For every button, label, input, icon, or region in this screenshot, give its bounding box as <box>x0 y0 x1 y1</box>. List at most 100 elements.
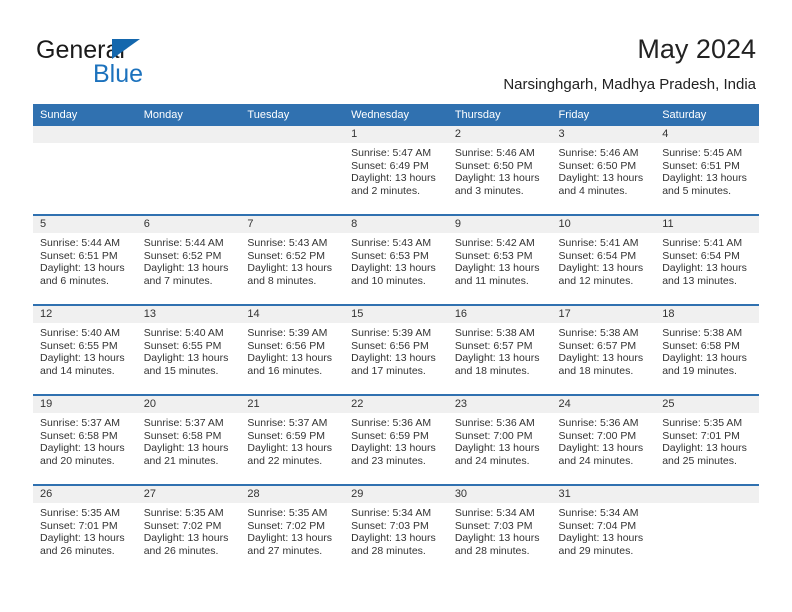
daylight-text-line2: and 13 minutes. <box>662 274 737 287</box>
calendar-day-cell[interactable]: 4 Sunrise: 5:45 AM Sunset: 6:51 PM Daylight… <box>655 126 759 215</box>
day-cell-inner: 3 Sunrise: 5:46 AM Sunset: 6:50 PM Daylight… <box>551 126 656 214</box>
calendar-day-cell[interactable]: 9 Sunrise: 5:42 AM Sunset: 6:53 PM Daylight… <box>447 214 552 305</box>
page-subtitle: Narsinghgarh, Madhya Pradesh, India <box>503 76 756 93</box>
day-cell-inner: 26 Sunrise: 5:35 AM Sunset: 7:01 PM Dayligh… <box>33 486 137 574</box>
day-number: 20 <box>136 396 241 413</box>
general-blue-logo[interactable]: General Blue <box>36 36 226 92</box>
daylight-text-line2: and 16 minutes. <box>247 364 323 377</box>
day-details: Sunrise: 5:39 AM Sunset: 6:56 PM Daylight:… <box>240 323 344 377</box>
calendar-day-cell[interactable]: 19 Sunrise: 5:37 AM Sunset: 6:58 PM Dayligh… <box>33 394 137 485</box>
sunset-text: Sunset: 6:58 PM <box>143 429 222 442</box>
sunset-text: Sunset: 6:53 PM <box>454 249 533 262</box>
day-cell-inner <box>33 126 137 214</box>
daylight-text-line2: and 10 minutes. <box>351 274 426 287</box>
weekday-header-saturday: Saturday <box>655 104 759 126</box>
calendar-day-cell[interactable]: 15 Sunrise: 5:39 AM Sunset: 6:56 PM Dayligh… <box>344 304 448 395</box>
calendar-day-cell[interactable]: 22 Sunrise: 5:36 AM Sunset: 6:59 PM Dayligh… <box>344 394 448 485</box>
day-number: 24 <box>551 396 656 413</box>
calendar-day-cell[interactable]: 6 Sunrise: 5:44 AM Sunset: 6:52 PM Daylight… <box>136 214 241 305</box>
day-details: Sunrise: 5:44 AM Sunset: 6:51 PM Daylight:… <box>33 233 137 287</box>
calendar-day-cell[interactable]: 8 Sunrise: 5:43 AM Sunset: 6:53 PM Daylight… <box>344 214 448 305</box>
calendar-day-cell[interactable]: 3 Sunrise: 5:46 AM Sunset: 6:50 PM Daylight… <box>551 126 656 215</box>
day-details: Sunrise: 5:47 AM Sunset: 6:49 PM Daylight:… <box>344 143 448 197</box>
calendar-day-cell[interactable]: 13 Sunrise: 5:40 AM Sunset: 6:55 PM Dayligh… <box>136 304 241 395</box>
day-details: Sunrise: 5:35 AM Sunset: 7:02 PM Daylight:… <box>137 503 241 557</box>
day-cell-inner: 6 Sunrise: 5:44 AM Sunset: 6:52 PM Daylight… <box>136 216 241 304</box>
day-cell-inner: 28 Sunrise: 5:35 AM Sunset: 7:02 PM Dayligh… <box>240 486 345 574</box>
sunset-text: Sunset: 7:02 PM <box>143 519 222 532</box>
daylight-text-line1: Daylight: 13 hours <box>247 352 333 365</box>
sunset-text: Sunset: 6:58 PM <box>40 429 118 442</box>
sunset-text: Sunset: 6:50 PM <box>558 159 637 172</box>
calendar-day-cell[interactable]: 28 Sunrise: 5:35 AM Sunset: 7:02 PM Dayligh… <box>240 484 345 574</box>
calendar-day-cell[interactable]: 25 Sunrise: 5:35 AM Sunset: 7:01 PM Dayligh… <box>655 394 759 485</box>
daylight-text-line1: Daylight: 13 hours <box>143 352 229 365</box>
daylight-text-line2: and 7 minutes. <box>143 274 213 287</box>
day-cell-inner <box>240 126 345 214</box>
sunset-text: Sunset: 6:49 PM <box>351 159 429 172</box>
sunrise-text: Sunrise: 5:38 AM <box>662 327 743 339</box>
sunset-text: Sunset: 7:04 PM <box>558 519 637 532</box>
day-number <box>136 126 241 143</box>
calendar-day-cell[interactable]: 1 Sunrise: 5:47 AM Sunset: 6:49 PM Daylight… <box>344 126 448 215</box>
calendar-day-cell[interactable]: 2 Sunrise: 5:46 AM Sunset: 6:50 PM Daylight… <box>447 126 552 215</box>
calendar-day-cell[interactable]: 31 Sunrise: 5:34 AM Sunset: 7:04 PM Dayligh… <box>551 484 656 574</box>
calendar-day-cell[interactable]: 27 Sunrise: 5:35 AM Sunset: 7:02 PM Dayligh… <box>136 484 241 574</box>
day-cell-inner: 13 Sunrise: 5:40 AM Sunset: 6:55 PM Dayligh… <box>136 306 241 394</box>
day-number: 18 <box>655 306 759 323</box>
daylight-text-line2: and 2 minutes. <box>351 184 420 197</box>
daylight-text-line2: and 12 minutes. <box>558 274 634 287</box>
calendar-day-cell[interactable]: 29 Sunrise: 5:34 AM Sunset: 7:03 PM Dayligh… <box>344 484 448 574</box>
daylight-text-line2: and 14 minutes. <box>40 364 115 377</box>
day-details: Sunrise: 5:46 AM Sunset: 6:50 PM Daylight:… <box>448 143 552 197</box>
day-cell-inner: 1 Sunrise: 5:47 AM Sunset: 6:49 PM Daylight… <box>344 126 448 214</box>
day-cell-inner: 30 Sunrise: 5:34 AM Sunset: 7:03 PM Dayligh… <box>447 486 552 574</box>
weekday-header-sunday: Sunday <box>33 104 137 126</box>
calendar-day-cell[interactable]: 17 Sunrise: 5:38 AM Sunset: 6:57 PM Dayligh… <box>551 304 656 395</box>
daylight-text-line1: Daylight: 13 hours <box>247 262 333 275</box>
calendar-day-cell[interactable]: 21 Sunrise: 5:37 AM Sunset: 6:59 PM Dayligh… <box>240 394 345 485</box>
calendar-day-cell[interactable]: 26 Sunrise: 5:35 AM Sunset: 7:01 PM Dayligh… <box>33 484 137 574</box>
day-cell-inner <box>655 486 759 574</box>
day-number: 7 <box>240 216 345 233</box>
daylight-text-line2: and 18 minutes. <box>454 364 530 377</box>
calendar-day-cell[interactable]: 10 Sunrise: 5:41 AM Sunset: 6:54 PM Dayligh… <box>551 214 656 305</box>
day-number: 14 <box>240 306 345 323</box>
sunrise-text: Sunrise: 5:34 AM <box>351 507 432 519</box>
day-number: 15 <box>344 306 448 323</box>
calendar-day-cell[interactable]: 11 Sunrise: 5:41 AM Sunset: 6:54 PM Dayligh… <box>655 214 759 305</box>
day-cell-inner: 4 Sunrise: 5:45 AM Sunset: 6:51 PM Daylight… <box>655 126 759 214</box>
day-number: 17 <box>551 306 656 323</box>
calendar-day-cell[interactable]: 23 Sunrise: 5:36 AM Sunset: 7:00 PM Dayligh… <box>447 394 552 485</box>
calendar-day-cell[interactable]: 7 Sunrise: 5:43 AM Sunset: 6:52 PM Daylight… <box>240 214 345 305</box>
day-number: 13 <box>136 306 241 323</box>
calendar-day-cell[interactable]: 20 Sunrise: 5:37 AM Sunset: 6:58 PM Dayligh… <box>136 394 241 485</box>
calendar-day-cell[interactable]: 30 Sunrise: 5:34 AM Sunset: 7:03 PM Dayligh… <box>447 484 552 574</box>
calendar-day-cell[interactable]: 12 Sunrise: 5:40 AM Sunset: 6:55 PM Dayligh… <box>33 304 137 395</box>
day-details: Sunrise: 5:38 AM Sunset: 6:57 PM Daylight:… <box>448 323 552 377</box>
calendar-week-row: 12 Sunrise: 5:40 AM Sunset: 6:55 PM Dayligh… <box>33 304 759 395</box>
sunrise-text: Sunrise: 5:41 AM <box>662 237 743 249</box>
calendar-day-cell[interactable]: 14 Sunrise: 5:39 AM Sunset: 6:56 PM Dayligh… <box>240 304 345 395</box>
sunset-text: Sunset: 7:01 PM <box>40 519 118 532</box>
calendar-day-cell[interactable]: 16 Sunrise: 5:38 AM Sunset: 6:57 PM Dayligh… <box>447 304 552 395</box>
sunset-text: Sunset: 6:59 PM <box>351 429 429 442</box>
day-details: Sunrise: 5:44 AM Sunset: 6:52 PM Daylight:… <box>137 233 241 287</box>
day-details: Sunrise: 5:40 AM Sunset: 6:55 PM Daylight:… <box>33 323 137 377</box>
calendar-day-cell[interactable]: 5 Sunrise: 5:44 AM Sunset: 6:51 PM Daylight… <box>33 214 137 305</box>
daylight-text-line1: Daylight: 13 hours <box>454 262 540 275</box>
daylight-text-line1: Daylight: 13 hours <box>143 262 229 275</box>
calendar-day-cell[interactable]: 18 Sunrise: 5:38 AM Sunset: 6:58 PM Dayligh… <box>655 304 759 395</box>
day-number: 16 <box>447 306 552 323</box>
sunset-text: Sunset: 6:52 PM <box>143 249 222 262</box>
day-number: 23 <box>447 396 552 413</box>
day-number: 28 <box>240 486 345 503</box>
calendar-week-row: 1 Sunrise: 5:47 AM Sunset: 6:49 PM Daylight… <box>33 126 759 215</box>
day-number: 4 <box>655 126 759 143</box>
sunrise-text: Sunrise: 5:47 AM <box>351 147 432 159</box>
sunset-text: Sunset: 7:03 PM <box>351 519 429 532</box>
calendar-day-cell[interactable]: 24 Sunrise: 5:36 AM Sunset: 7:00 PM Dayligh… <box>551 394 656 485</box>
day-details: Sunrise: 5:46 AM Sunset: 6:50 PM Daylight:… <box>552 143 656 197</box>
sunset-text: Sunset: 6:57 PM <box>558 339 637 352</box>
day-number: 9 <box>447 216 552 233</box>
